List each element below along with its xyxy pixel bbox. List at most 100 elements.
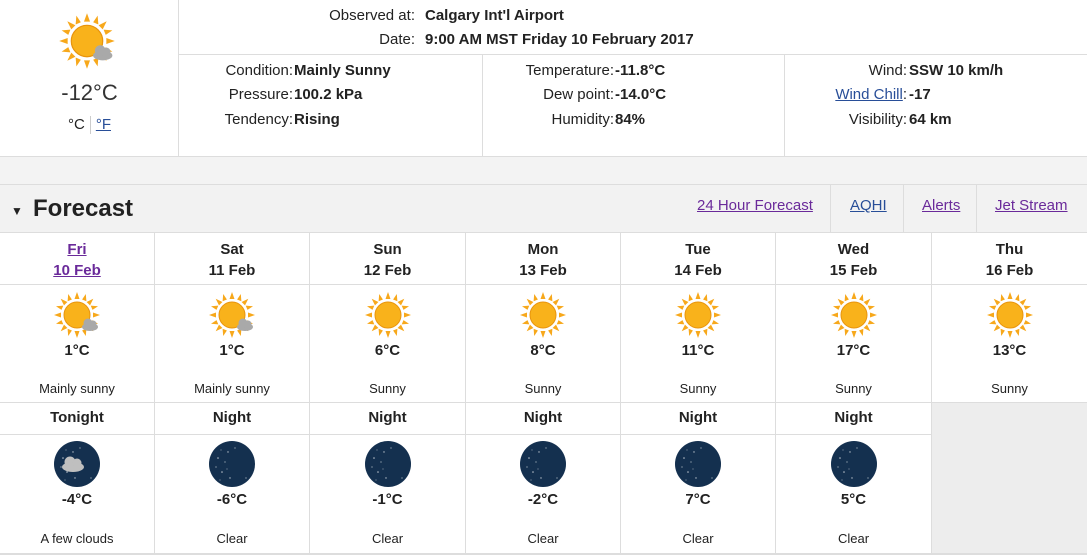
night-label: Night <box>155 403 309 435</box>
day-summary: Mainly sunny <box>194 381 270 396</box>
day-name: Mon <box>527 241 559 258</box>
forecast-day-mon: Mon 13 Feb 8°C Sunny Night -2°C Clear <box>466 233 621 553</box>
day-summary: Sunny <box>835 381 872 396</box>
pressure-value: 100.2 kPa <box>294 86 363 103</box>
forecast-date-link[interactable]: Fri 10 Feb <box>0 233 154 285</box>
forecast-day-fri: Fri 10 Feb 1°C Mainly sunny Tonight -4°C… <box>0 233 155 553</box>
sun-with-cloud-icon <box>58 12 116 70</box>
day-forecast: 6°C Sunny <box>310 285 465 403</box>
day-name: Thu <box>995 241 1024 258</box>
date-row: Date: 9:00 AM MST Friday 10 February 201… <box>179 31 1087 51</box>
night-low: -4°C <box>61 491 93 508</box>
dewpoint-value: -14.0°C <box>615 86 667 103</box>
unit-fahrenheit-link[interactable]: °F <box>96 116 111 133</box>
forecast-day-wed: Wed 15 Feb 17°C Sunny Night 5°C Clear <box>776 233 932 553</box>
night-forecast: -2°C Clear <box>466 435 620 553</box>
forecast-day-tue: Tue 14 Feb 11°C Sunny Night 7°C Clear <box>621 233 776 553</box>
current-conditions: -12°C °C °F Observed at: Calgary Int'l Ai… <box>0 0 1087 157</box>
wind-chill-value: -17 <box>909 86 931 103</box>
pressure-label: Pressure: <box>228 86 293 103</box>
observation-header: Observed at: Calgary Int'l Airport Date:… <box>179 0 1087 55</box>
day-date: 15 Feb <box>829 262 878 279</box>
night-summary: A few clouds <box>40 531 114 546</box>
section-spacer <box>0 157 1087 185</box>
night-forecast: 7°C Clear <box>621 435 775 553</box>
wind-row: Wind: SSW 10 km/h <box>785 62 1087 82</box>
hourly-forecast-link[interactable]: 24 Hour Forecast <box>697 197 813 214</box>
day-high: 13°C <box>992 342 1027 359</box>
unit-divider <box>89 116 91 135</box>
alerts-link[interactable]: Alerts <box>922 197 960 214</box>
day-date: 16 Feb <box>985 262 1034 279</box>
day-summary: Sunny <box>991 381 1028 396</box>
aqhi-link[interactable]: AQHI <box>850 197 887 214</box>
temperature-value: -11.8°C <box>615 62 666 79</box>
header-divider <box>830 185 831 233</box>
wind-chill-label-wrap: Wind Chill: <box>835 86 907 103</box>
day-summary: Mainly sunny <box>39 381 115 396</box>
moon-icon <box>675 441 721 487</box>
day-summary: Sunny <box>679 381 717 396</box>
night-forecast: -6°C Clear <box>155 435 309 553</box>
observed-at-row: Observed at: Calgary Int'l Airport <box>179 7 1087 27</box>
observed-at-label: Observed at: <box>329 7 415 24</box>
tendency-label: Tendency: <box>224 111 293 128</box>
day-name: Sat <box>220 241 244 258</box>
forecast-grid: Fri 10 Feb 1°C Mainly sunny Tonight -4°C… <box>0 233 1087 555</box>
day-high: 17°C <box>836 342 871 359</box>
header-divider <box>976 185 977 233</box>
empty-night-cell <box>932 403 1087 553</box>
night-summary: Clear <box>837 531 870 546</box>
dewpoint-label: Dew point: <box>543 86 614 103</box>
day-forecast: 17°C Sunny <box>776 285 931 403</box>
forecast-date: Thu 16 Feb <box>932 233 1087 285</box>
night-low: -1°C <box>372 491 403 508</box>
date-label: Date: <box>379 31 415 48</box>
condition-row: Condition: Mainly Sunny <box>179 62 482 82</box>
night-label: Tonight <box>0 403 154 435</box>
day-name: Wed <box>837 241 870 258</box>
collapse-caret-icon[interactable]: ▼ <box>11 204 23 218</box>
humidity-row: Humidity: 84% <box>483 111 784 131</box>
forecast-day-sat: Sat 11 Feb 1°C Mainly sunny Night -6°C C… <box>155 233 310 553</box>
unit-celsius[interactable]: °C <box>68 116 85 133</box>
forecast-date: Tue 14 Feb <box>621 233 775 285</box>
day-forecast: 1°C Mainly sunny <box>0 285 154 403</box>
header-divider <box>903 185 904 233</box>
wind-label: Wind: <box>868 62 907 79</box>
night-label: Night <box>776 403 931 435</box>
unit-toggle: °C °F <box>0 116 179 135</box>
night-summary: Clear <box>216 531 248 546</box>
current-temperature: -12°C <box>61 80 118 105</box>
day-name: Tue <box>685 241 711 258</box>
sun-icon <box>519 291 567 339</box>
sun-with-cloud-icon <box>208 291 256 339</box>
night-label: Night <box>310 403 465 435</box>
day-high: 6°C <box>374 342 401 359</box>
conditions-column-1: Condition: Mainly Sunny Pressure: 100.2 … <box>179 55 483 156</box>
day-date[interactable]: 10 Feb <box>0 262 154 279</box>
night-label: Night <box>466 403 620 435</box>
moon-icon <box>209 441 255 487</box>
condition-value: Mainly Sunny <box>294 62 391 79</box>
visibility-value: 64 km <box>909 111 952 128</box>
day-name[interactable]: Fri <box>0 241 154 258</box>
sun-with-cloud-icon <box>53 291 101 339</box>
day-name: Sun <box>373 241 402 258</box>
dewpoint-row: Dew point: -14.0°C <box>483 86 784 106</box>
day-date: 14 Feb <box>674 262 722 279</box>
forecast-header: ▼ Forecast 24 Hour Forecast AQHI Alerts … <box>0 185 1087 233</box>
day-summary: Sunny <box>524 381 562 396</box>
tendency-value: Rising <box>294 111 340 128</box>
conditions-column-2: Temperature: -11.8°C Dew point: -14.0°C … <box>483 55 785 156</box>
jet-stream-link[interactable]: Jet Stream <box>995 197 1068 214</box>
forecast-day-thu: Thu 16 Feb 13°C Sunny <box>932 233 1087 553</box>
forecast-date: Wed 15 Feb <box>776 233 931 285</box>
day-high: 11°C <box>681 342 715 359</box>
date-value: 9:00 AM MST Friday 10 February 2017 <box>425 31 694 48</box>
wind-chill-link[interactable]: Wind Chill <box>835 86 903 103</box>
condition-label: Condition: <box>225 62 293 79</box>
night-summary: Clear <box>371 531 404 546</box>
humidity-value: 84% <box>615 111 646 128</box>
forecast-date: Mon 13 Feb <box>466 233 620 285</box>
